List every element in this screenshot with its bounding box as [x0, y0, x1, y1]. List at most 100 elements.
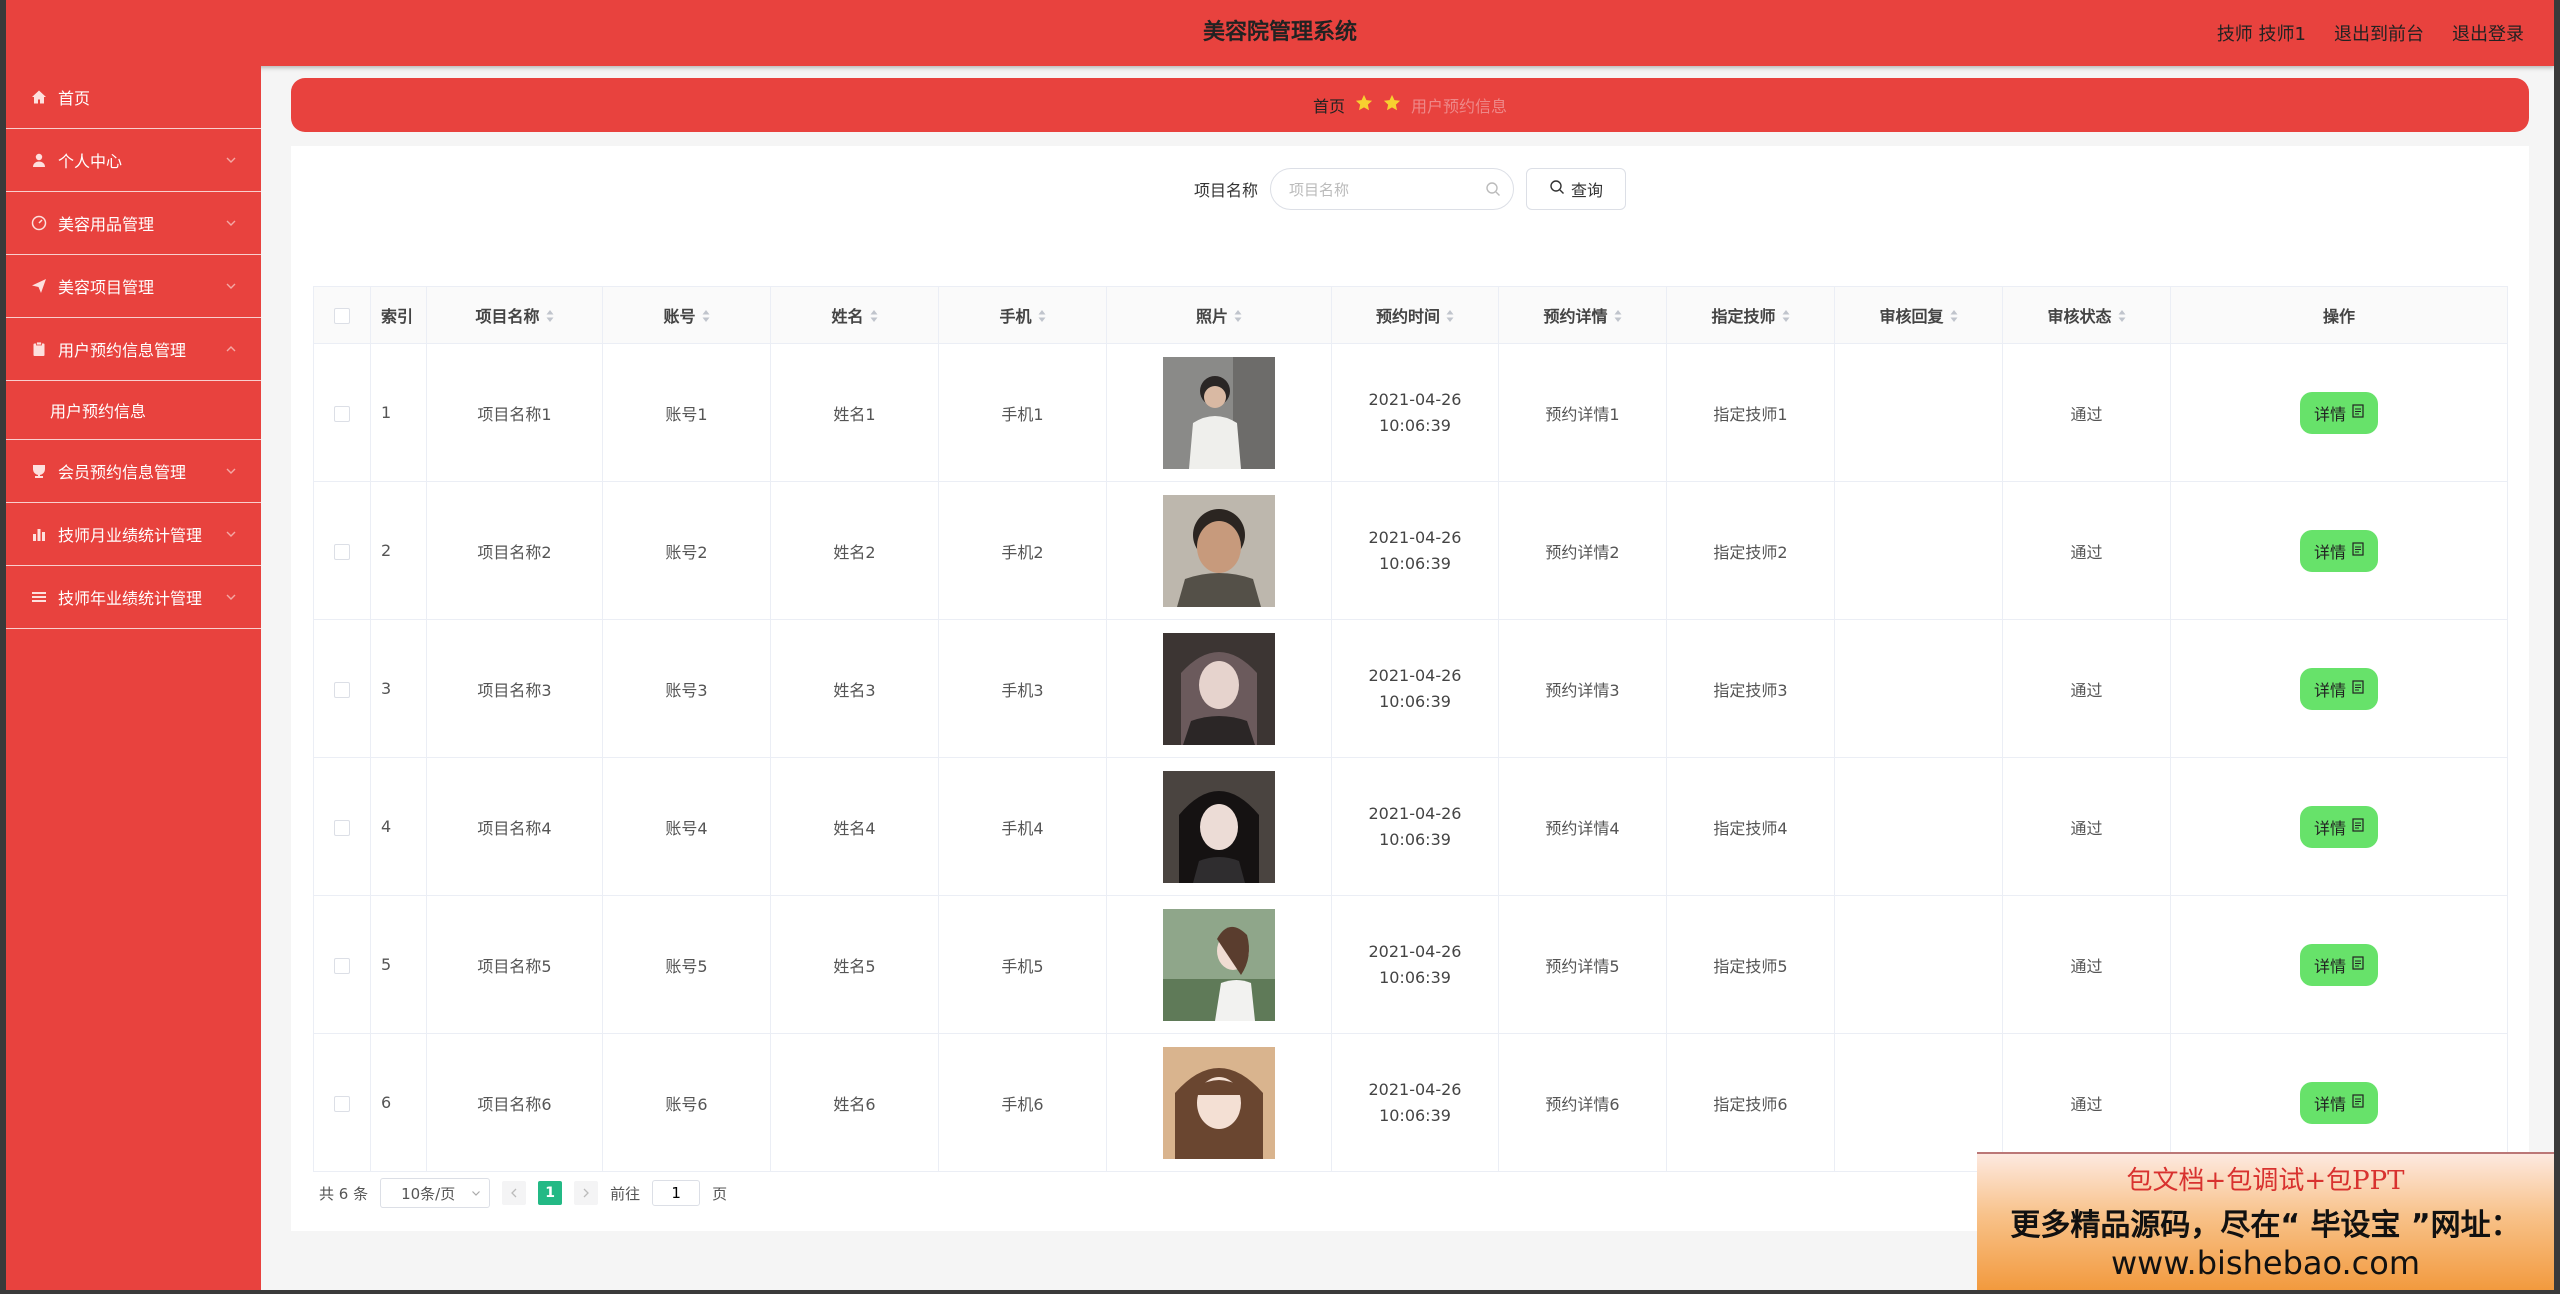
- back-to-frontend-link[interactable]: 退出到前台: [2334, 20, 2424, 46]
- document-icon: [2352, 541, 2364, 560]
- column-header[interactable]: 项目名称: [426, 286, 603, 344]
- gauge-icon: [30, 214, 48, 232]
- row-index: 2: [370, 481, 427, 620]
- sidebar-item-label: 个人中心: [58, 152, 123, 171]
- photo-thumbnail[interactable]: [1163, 908, 1275, 1021]
- sidebar-item-label: 技师年业绩统计管理: [58, 589, 203, 608]
- prev-page-button[interactable]: [502, 1181, 527, 1205]
- star-icon: [1355, 94, 1373, 116]
- detail-button[interactable]: 详情: [2299, 943, 2378, 986]
- photo-thumbnail[interactable]: [1163, 770, 1275, 883]
- sort-icon[interactable]: [546, 308, 554, 327]
- query-button[interactable]: 查询: [1526, 168, 1626, 210]
- chevron-down-icon: [225, 588, 237, 607]
- column-header[interactable]: 姓名: [770, 286, 939, 344]
- sort-icon[interactable]: [1446, 308, 1454, 327]
- sidebar-item-beauty-products[interactable]: 美容用品管理: [6, 192, 261, 255]
- detail-button[interactable]: 详情: [2299, 529, 2378, 572]
- row-checkbox[interactable]: [334, 957, 350, 974]
- row-checkbox[interactable]: [334, 1095, 350, 1112]
- cell-phone: 手机1: [938, 343, 1107, 482]
- search-row: 项目名称 查询: [291, 168, 2529, 211]
- column-header[interactable]: 照片: [1106, 286, 1332, 344]
- sidebar-item-yearly-performance[interactable]: 技师年业绩统计管理: [6, 566, 261, 629]
- select-all-checkbox[interactable]: [334, 308, 350, 324]
- total-count: 共 6 条: [319, 1184, 369, 1203]
- cell-technician: 指定技师5: [1666, 895, 1835, 1034]
- next-page-button[interactable]: [574, 1181, 599, 1205]
- sidebar-item-label: 技师月业绩统计管理: [58, 526, 203, 545]
- sort-icon[interactable]: [2118, 308, 2126, 327]
- logout-link[interactable]: 退出登录: [2452, 20, 2524, 46]
- detail-button[interactable]: 详情: [2299, 805, 2378, 848]
- sidebar-item-user-appointments[interactable]: 用户预约信息管理: [6, 318, 261, 381]
- cell-phone: 手机3: [938, 619, 1107, 758]
- document-icon: [2352, 679, 2364, 698]
- send-icon: [30, 277, 48, 295]
- detail-button[interactable]: 详情: [2299, 391, 2378, 434]
- row-checkbox[interactable]: [334, 819, 350, 836]
- cell-appointment-time: 2021-04-26 10:06:39: [1331, 895, 1499, 1034]
- sidebar-subitem-user-appointment-info[interactable]: 用户预约信息: [6, 381, 261, 440]
- row-index: 1: [370, 343, 427, 482]
- table-header-row: 索引 项目名称 账号 姓名 手机 照片 预约时间 预约详情 指定技师 审核回复 …: [313, 286, 2508, 344]
- row-checkbox[interactable]: [334, 543, 350, 560]
- column-header[interactable]: 审核回复: [1834, 286, 2003, 344]
- detail-button[interactable]: 详情: [2299, 667, 2378, 710]
- sort-icon[interactable]: [1782, 308, 1790, 327]
- search-label: 项目名称: [1193, 181, 1258, 200]
- column-header[interactable]: 预约详情: [1498, 286, 1667, 344]
- sidebar-item-beauty-projects[interactable]: 美容项目管理: [6, 255, 261, 318]
- cell-appointment-detail: 预约详情4: [1498, 757, 1667, 896]
- cell-person-name: 姓名1: [770, 343, 939, 482]
- cell-review-reply: [1834, 481, 2003, 620]
- sidebar-item-member-appointments[interactable]: 会员预约信息管理: [6, 440, 261, 503]
- sort-icon[interactable]: [870, 308, 878, 327]
- pagination: 共 6 条 10条/页 1 前往 页: [319, 1178, 727, 1208]
- detail-button[interactable]: 详情: [2299, 1081, 2378, 1124]
- promo-line-2: 更多精品源码，尽在“ 毕设宝 ”网址：: [2010, 1208, 2521, 1243]
- cell-review-reply: [1834, 895, 2003, 1034]
- cell-account: 账号5: [602, 895, 771, 1034]
- chevron-down-icon: [225, 214, 237, 233]
- photo-thumbnail[interactable]: [1163, 1046, 1275, 1159]
- column-header[interactable]: 审核状态: [2002, 286, 2171, 344]
- photo-thumbnail[interactable]: [1163, 494, 1275, 607]
- document-icon: [2352, 403, 2364, 422]
- breadcrumb-home[interactable]: 首页: [1313, 93, 1345, 117]
- cell-review-status: 通过: [2002, 757, 2171, 896]
- search-input[interactable]: [1287, 169, 1481, 211]
- sidebar-item-monthly-performance[interactable]: 技师月业绩统计管理: [6, 503, 261, 566]
- sidebar-item-profile[interactable]: 个人中心: [6, 129, 261, 192]
- cell-review-status: 通过: [2002, 343, 2171, 482]
- row-index: 5: [370, 895, 427, 1034]
- sort-icon[interactable]: [1950, 308, 1958, 327]
- column-header[interactable]: 指定技师: [1666, 286, 1835, 344]
- sort-icon[interactable]: [1234, 308, 1242, 327]
- row-checkbox[interactable]: [334, 405, 350, 422]
- chevron-down-icon: [471, 1184, 481, 1202]
- sort-icon[interactable]: [1038, 308, 1046, 327]
- sidebar-item-label: 首页: [58, 89, 91, 108]
- cell-review-status: 通过: [2002, 1033, 2171, 1172]
- photo-thumbnail[interactable]: [1163, 356, 1275, 469]
- photo-thumbnail[interactable]: [1163, 632, 1275, 745]
- search-icon: [1549, 179, 1565, 199]
- sidebar-item-home[interactable]: 首页: [6, 66, 261, 129]
- column-header[interactable]: 账号: [602, 286, 771, 344]
- cell-person-name: 姓名6: [770, 1033, 939, 1172]
- cell-technician: 指定技师3: [1666, 619, 1835, 758]
- goto-page-input[interactable]: [652, 1180, 701, 1206]
- page-size-select[interactable]: 10条/页: [380, 1178, 491, 1208]
- cell-person-name: 姓名5: [770, 895, 939, 1034]
- column-header[interactable]: 预约时间: [1331, 286, 1499, 344]
- row-checkbox[interactable]: [334, 681, 350, 698]
- page-number-current[interactable]: 1: [538, 1181, 563, 1205]
- sidebar-item-label: 美容项目管理: [58, 278, 155, 297]
- sort-icon[interactable]: [1614, 308, 1622, 327]
- cell-phone: 手机5: [938, 895, 1107, 1034]
- cell-project-name: 项目名称2: [426, 481, 603, 620]
- sort-icon[interactable]: [702, 308, 710, 327]
- chevron-down-icon: [225, 462, 237, 481]
- column-header[interactable]: 手机: [938, 286, 1107, 344]
